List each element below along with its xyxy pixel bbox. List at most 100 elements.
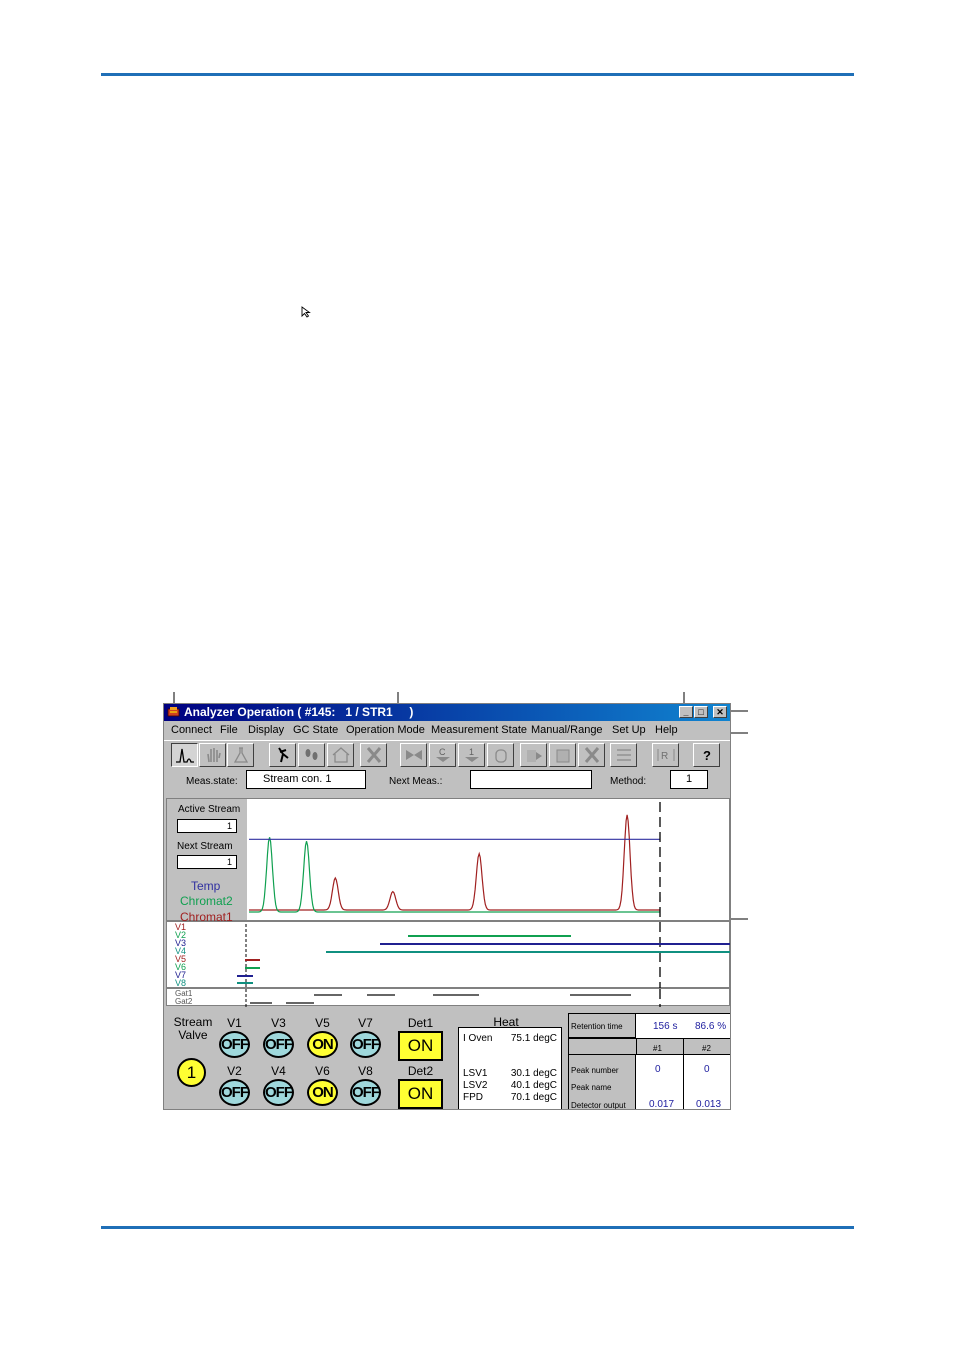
valve-v7-button[interactable]: OFF bbox=[350, 1031, 381, 1058]
method-field: 1 bbox=[670, 770, 708, 789]
valve-v6-label: V6 bbox=[315, 1064, 330, 1078]
hand-icon bbox=[207, 748, 221, 763]
calibration-icon: C bbox=[436, 747, 450, 762]
menu-measurement-state[interactable]: Measurement State bbox=[431, 724, 527, 736]
menu-manual-range[interactable]: Manual/Range bbox=[531, 724, 603, 736]
range-button[interactable]: R bbox=[652, 743, 679, 767]
chromatogram-plot[interactable] bbox=[247, 799, 731, 920]
stream-valve-button[interactable]: 1 bbox=[177, 1058, 206, 1087]
heat-value-oven: 75.1 degC bbox=[510, 1033, 557, 1044]
det2-button[interactable]: ON bbox=[398, 1079, 443, 1109]
valve-icon bbox=[406, 750, 422, 760]
stream-1-icon: 1 bbox=[465, 747, 479, 762]
chromatogram-panel: Active Stream 1 Next Stream 1 Temp Chrom… bbox=[166, 798, 731, 924]
chromatogram-icon bbox=[176, 748, 194, 763]
app-icon[interactable] bbox=[167, 706, 180, 718]
svg-text:1: 1 bbox=[469, 747, 474, 757]
chromatogram-button[interactable] bbox=[171, 743, 198, 767]
toolbar: C 1 R ? bbox=[164, 740, 730, 769]
range-icon: R bbox=[657, 749, 675, 762]
stream-select-button[interactable]: 1 bbox=[458, 743, 485, 767]
mouse-pointer-icon bbox=[301, 306, 311, 318]
menu-help[interactable]: Help bbox=[655, 724, 678, 736]
next-meas-label: Next Meas.: bbox=[389, 776, 443, 787]
valve-v8-button[interactable]: OFF bbox=[350, 1079, 381, 1106]
heat-name-fpd: FPD bbox=[463, 1092, 483, 1103]
det2-label: Det2 bbox=[407, 1064, 434, 1078]
heat-value-lsv2: 40.1 degC bbox=[510, 1080, 557, 1091]
heat-name-lsv2: LSV2 bbox=[463, 1080, 488, 1091]
house-icon bbox=[332, 747, 350, 763]
detector-output-label: Detector output bbox=[571, 1101, 626, 1110]
peak-name-label: Peak name bbox=[571, 1083, 612, 1092]
trace-chromat2 bbox=[249, 837, 660, 913]
valve-v1-label: V1 bbox=[227, 1016, 242, 1030]
valve-v2-label: V2 bbox=[227, 1064, 242, 1078]
list-icon bbox=[617, 749, 631, 761]
retention-percent-value: 86.6 % bbox=[695, 1021, 727, 1032]
title-bar[interactable]: Analyzer Operation ( #145: 1 / STR1 ) _ … bbox=[164, 704, 730, 721]
heat-name-lsv1: LSV1 bbox=[463, 1068, 488, 1079]
valve-button[interactable] bbox=[400, 743, 427, 767]
trace-chromat1 bbox=[249, 814, 660, 911]
calibration-button[interactable]: C bbox=[429, 743, 456, 767]
detector-output-1: 0.017 bbox=[649, 1099, 675, 1110]
status-row: Meas.state: Stream con. 1 Next Meas.: Me… bbox=[164, 768, 730, 798]
chart-side-panel: Active Stream 1 Next Stream 1 Temp Chrom… bbox=[167, 799, 247, 924]
stop-icon bbox=[366, 747, 382, 763]
legend-temp: Temp bbox=[191, 879, 221, 893]
valve-v1-button[interactable]: OFF bbox=[219, 1031, 250, 1058]
meas-state-label: Meas.state: bbox=[186, 776, 238, 787]
step-button[interactable] bbox=[298, 743, 325, 767]
valve-v6-button[interactable]: ON bbox=[307, 1079, 338, 1106]
home-button[interactable] bbox=[327, 743, 354, 767]
close-button[interactable]: ✕ bbox=[713, 706, 727, 718]
run-button[interactable] bbox=[269, 743, 296, 767]
start-icon bbox=[527, 750, 542, 762]
page-icon bbox=[556, 749, 570, 763]
control-panel: Stream Valve 1 V1 OFF V3 OFF V5 ON V7 OF… bbox=[164, 1006, 730, 1110]
svg-text:R: R bbox=[661, 751, 668, 762]
active-stream-field: 1 bbox=[177, 819, 237, 833]
valve-v3-button[interactable]: OFF bbox=[263, 1031, 294, 1058]
menu-connect[interactable]: Connect bbox=[171, 724, 212, 736]
next-meas-field bbox=[470, 770, 592, 789]
retention-table: Retention time 156 s 86.6 % #1 #2 Peak n… bbox=[568, 1013, 730, 1110]
valve-v5-button[interactable]: ON bbox=[307, 1031, 338, 1058]
det1-button[interactable]: ON bbox=[398, 1031, 443, 1061]
column-1-header: #1 bbox=[653, 1044, 662, 1053]
next-stream-field: 1 bbox=[177, 855, 237, 869]
menu-file[interactable]: File bbox=[220, 724, 238, 736]
list-button[interactable] bbox=[610, 743, 637, 767]
heat-name-oven: I Oven bbox=[463, 1033, 493, 1044]
menu-display[interactable]: Display bbox=[248, 724, 284, 736]
meas-state-field: Stream con. 1 bbox=[246, 770, 366, 789]
heat-value-lsv1: 30.1 degC bbox=[510, 1068, 557, 1079]
menu-gc-state[interactable]: GC State bbox=[293, 724, 338, 736]
menu-set-up[interactable]: Set Up bbox=[612, 724, 646, 736]
valve-v3-label: V3 bbox=[271, 1016, 286, 1030]
valve-v2-button[interactable]: OFF bbox=[219, 1079, 250, 1106]
valve-v4-button[interactable]: OFF bbox=[263, 1079, 294, 1106]
cylinder-button[interactable] bbox=[487, 743, 514, 767]
stop-button[interactable] bbox=[360, 743, 387, 767]
callout-lines bbox=[173, 692, 748, 920]
detector-output-2: 0.013 bbox=[696, 1099, 722, 1110]
maximize-button[interactable]: □ bbox=[694, 706, 708, 718]
help-button[interactable]: ? bbox=[693, 743, 720, 767]
manual-hand-button[interactable] bbox=[199, 743, 226, 767]
peak-number-label: Peak number bbox=[571, 1066, 619, 1075]
page-button[interactable] bbox=[549, 743, 576, 767]
window-title: Analyzer Operation ( #145: 1 / STR1 ) bbox=[184, 705, 414, 719]
menu-operation-mode[interactable]: Operation Mode bbox=[346, 724, 425, 736]
start-button[interactable] bbox=[520, 743, 547, 767]
walk-icon bbox=[278, 747, 289, 763]
minimize-button[interactable]: _ bbox=[679, 706, 693, 718]
peak-number-1: 0 bbox=[655, 1064, 661, 1075]
footprints-icon bbox=[305, 749, 318, 760]
analyzer-operation-window: Analyzer Operation ( #145: 1 / STR1 ) _ … bbox=[163, 703, 731, 1110]
retention-time-value: 156 s bbox=[653, 1021, 678, 1032]
cancel-button[interactable] bbox=[578, 743, 605, 767]
column-2-header: #2 bbox=[702, 1044, 711, 1053]
flask-button[interactable] bbox=[227, 743, 254, 767]
